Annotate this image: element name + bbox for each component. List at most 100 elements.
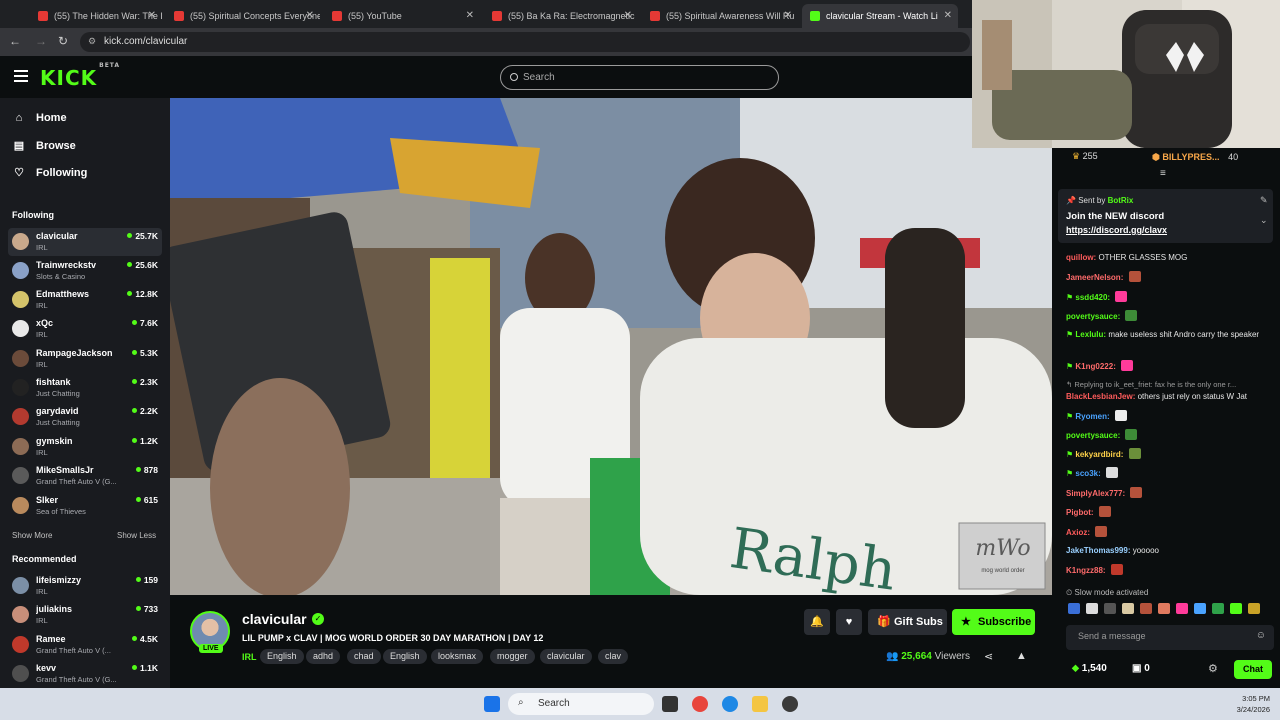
emote-icon[interactable] <box>1068 603 1080 614</box>
obs-icon[interactable] <box>782 696 798 712</box>
unpin-icon[interactable]: ✎ <box>1260 195 1268 206</box>
close-tab-icon[interactable]: ✕ <box>624 10 632 21</box>
site-info-icon[interactable]: ⚙ <box>88 36 96 47</box>
chat-username[interactable]: K1ng0222: <box>1075 362 1115 371</box>
sidebar-channel-mikesmallsjr[interactable]: MikeSmallsJr Grand Theft Auto V (G... 87… <box>8 462 162 490</box>
stream-tag[interactable]: English <box>260 649 304 664</box>
follow-button[interactable]: ♥ <box>836 609 862 635</box>
stream-tag[interactable]: looksmax <box>431 649 484 664</box>
settings-icon[interactable]: ⚙ <box>1208 662 1218 675</box>
stream-tag[interactable]: chad <box>347 649 381 664</box>
chat-username[interactable]: K1ngzz88: <box>1066 566 1106 575</box>
gift-counter[interactable]: ▣ 0 <box>1132 663 1150 674</box>
emote-icon[interactable] <box>1248 603 1260 614</box>
emote-icon[interactable] <box>1140 603 1152 614</box>
nav-browse[interactable]: ▤ Browse <box>12 139 76 153</box>
browser-tab[interactable]: (55) Ba Ka Ra: Electromagnetic ✕ <box>484 4 638 28</box>
stream-category[interactable]: IRL <box>242 652 257 662</box>
streamer-name[interactable]: clavicular <box>242 611 307 627</box>
close-tab-icon[interactable]: ✕ <box>944 10 952 21</box>
gift-subs-button[interactable]: 🎁 Gift Subs <box>868 609 947 635</box>
chat-username[interactable]: kekyardbird: <box>1075 450 1123 459</box>
sidebar-channel-fishtank[interactable]: fishtank Just Chatting 2.3K <box>8 374 162 402</box>
show-less-link[interactable]: Show Less <box>117 531 156 540</box>
close-tab-icon[interactable]: ✕ <box>306 10 314 21</box>
nav-home[interactable]: ⌂ Home <box>12 112 67 124</box>
chat-username[interactable]: Ryomen: <box>1075 412 1109 421</box>
share-icon[interactable]: ⋖ <box>984 650 993 663</box>
url-field[interactable]: ⚙ kick.com/clavicular <box>80 32 970 52</box>
browser-tab[interactable]: (55) YouTube ✕ <box>324 4 480 28</box>
chat-input[interactable]: Send a message ☺ <box>1066 625 1274 650</box>
close-tab-icon[interactable]: ✕ <box>784 10 792 21</box>
chat-username[interactable]: BlackLesbianJew: <box>1066 392 1135 401</box>
stream-tag[interactable]: English <box>383 649 427 664</box>
emote-icon[interactable] <box>1230 603 1242 614</box>
stream-tag[interactable]: clav <box>598 649 629 664</box>
stream-tag[interactable]: mogger <box>490 649 535 664</box>
kick-logo[interactable]: KICKBETA <box>40 62 120 90</box>
expand-leaderboard-icon[interactable]: ≡ <box>1160 168 1166 179</box>
emote-icon[interactable] <box>1176 603 1188 614</box>
reload-icon[interactable]: ↻ <box>55 34 71 48</box>
chat-send-button[interactable]: Chat <box>1234 660 1272 679</box>
sidebar-channel-gymskin[interactable]: gymskin IRL 1.2K <box>8 433 162 461</box>
taskbar-search[interactable]: ⌕ Search <box>508 693 654 715</box>
report-icon[interactable]: ▲ <box>1016 650 1027 662</box>
browser-tab[interactable]: (55) Spiritual Concepts Everyone ✕ <box>166 4 320 28</box>
browser-tab[interactable]: (55) The Hidden War: The Loosh ✕ <box>30 4 162 28</box>
pinned-link[interactable]: https://discord.gg/clavx <box>1066 225 1167 235</box>
search-input[interactable]: Search <box>500 65 779 90</box>
chat-username[interactable]: povertysauce: <box>1066 431 1120 440</box>
chat-username[interactable]: JameerNelson: <box>1066 273 1123 282</box>
edge-icon[interactable] <box>722 696 738 712</box>
chat-username[interactable]: povertysauce: <box>1066 312 1120 321</box>
close-tab-icon[interactable]: ✕ <box>466 10 474 21</box>
emote-icon[interactable] <box>1122 603 1134 614</box>
video-player[interactable]: Ralph mWo mog world order <box>170 98 1052 595</box>
forward-icon[interactable]: → <box>33 34 49 48</box>
chevron-down-icon[interactable]: ⌄ <box>1260 215 1268 226</box>
task-view-icon[interactable] <box>662 696 678 712</box>
chat-username[interactable]: Pigbot: <box>1066 508 1094 517</box>
browser-tab[interactable]: (55) Spiritual Awareness Will Ru ✕ <box>642 4 798 28</box>
sidebar-channel-lifeismizzy[interactable]: lifeismizzy IRL 159 <box>8 572 162 600</box>
emote-icon[interactable] <box>1086 603 1098 614</box>
sidebar-channel-garydavid[interactable]: garydavid Just Chatting 2.2K <box>8 403 162 431</box>
chrome-icon[interactable] <box>692 696 708 712</box>
stream-tag[interactable]: adhd <box>306 649 341 664</box>
emote-icon[interactable] <box>1194 603 1206 614</box>
emote-icon[interactable] <box>1158 603 1170 614</box>
notification-bell-button[interactable]: 🔔 <box>804 609 830 635</box>
system-clock[interactable]: 3:05 PM 3/24/2026 <box>1237 693 1270 715</box>
file-explorer-icon[interactable] <box>752 696 768 712</box>
sidebar-channel-kevv[interactable]: kevv Grand Theft Auto V (G... 1.1K <box>8 660 162 688</box>
sidebar-channel-ramee[interactable]: Ramee Grand Theft Auto V (... 4.5K <box>8 631 162 659</box>
close-tab-icon[interactable]: ✕ <box>148 10 156 21</box>
back-icon[interactable]: ← <box>7 34 23 48</box>
sidebar-channel-xqc[interactable]: xQc IRL 7.6K <box>8 315 162 343</box>
sidebar-channel-rampagejackson[interactable]: RampageJackson IRL 5.3K <box>8 345 162 373</box>
start-icon[interactable] <box>484 696 500 712</box>
chat-username[interactable]: SimplyAlex777: <box>1066 489 1125 498</box>
sidebar-channel-slker[interactable]: Slker Sea of Thieves 615 <box>8 492 162 520</box>
chat-username[interactable]: sco3k: <box>1075 469 1100 478</box>
chat-username[interactable]: Axioz: <box>1066 528 1090 537</box>
sidebar-channel-trainwreckstv[interactable]: Trainwreckstv Slots & Casino 25.6K <box>8 257 162 285</box>
browser-tab-active[interactable]: clavicular Stream - Watch Li ✕ <box>802 4 958 28</box>
sidebar-channel-clavicular[interactable]: clavicular IRL 25.7K <box>8 228 162 256</box>
chat-username[interactable]: quillow: <box>1066 253 1096 262</box>
channel-points[interactable]: ⬥ 1,540 <box>1072 663 1107 674</box>
stream-tag[interactable]: clavicular <box>540 649 592 664</box>
nav-following[interactable]: ♡ Following <box>12 166 87 180</box>
show-more-link[interactable]: Show More <box>12 531 52 540</box>
menu-icon[interactable] <box>14 70 28 82</box>
emote-icon[interactable] <box>1104 603 1116 614</box>
sidebar-channel-juliakins[interactable]: juliakins IRL 733 <box>8 601 162 629</box>
chat-username[interactable]: JakeThomas999: <box>1066 546 1130 555</box>
chat-username[interactable]: Lexlulu: <box>1075 330 1106 339</box>
subscribe-button[interactable]: ★ Subscribe <box>952 609 1035 635</box>
sidebar-channel-edmatthews[interactable]: Edmatthews IRL 12.8K <box>8 286 162 314</box>
chat-username[interactable]: ssdd420: <box>1075 293 1110 302</box>
emote-icon[interactable] <box>1212 603 1224 614</box>
